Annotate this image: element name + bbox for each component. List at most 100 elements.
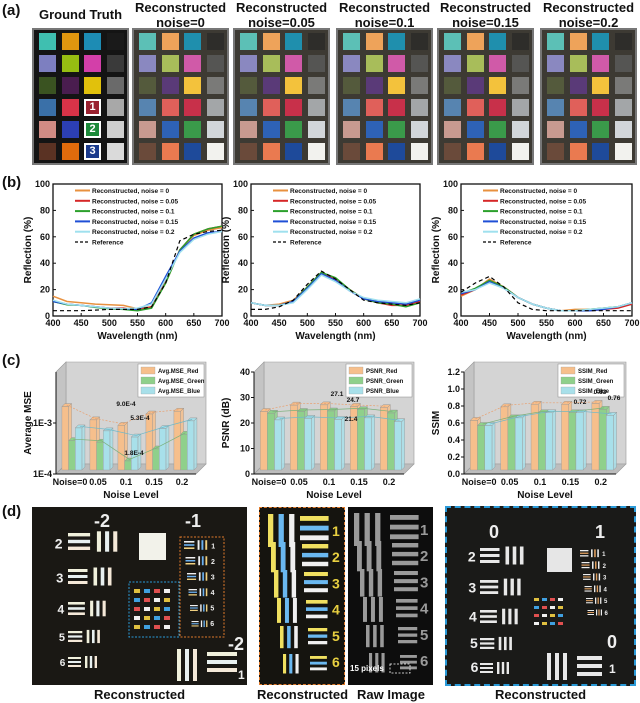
target-bar — [583, 576, 591, 578]
legend-swatch — [140, 386, 156, 395]
target-bar — [68, 665, 81, 667]
legend-label: Reconstructed, noise = 0.1 — [500, 209, 583, 216]
group-label: 1 — [595, 522, 605, 542]
target-bar — [581, 566, 590, 569]
target-bar — [306, 607, 328, 611]
color-patch — [307, 77, 325, 94]
target-bar — [68, 569, 88, 572]
x-tick-label: 500 — [510, 318, 525, 328]
small-target — [164, 625, 170, 629]
color-patch — [285, 33, 302, 50]
color-patch — [285, 99, 302, 116]
target-bar — [581, 564, 590, 566]
target-bar — [580, 552, 589, 554]
target-bar — [599, 585, 601, 593]
target-bar — [597, 561, 600, 569]
y-tick-label: 80 — [448, 205, 458, 215]
target-bar — [394, 579, 418, 584]
bar-PSNR_Red — [319, 404, 328, 471]
target-bar — [547, 653, 551, 680]
target-bar — [368, 569, 374, 597]
small-target — [134, 598, 140, 602]
color-patch — [444, 143, 461, 160]
color-patch — [466, 33, 484, 50]
small-target — [154, 607, 160, 611]
y-axis-label: PSNR (dB) — [221, 398, 232, 449]
target-bar — [302, 544, 329, 549]
color-patch — [106, 143, 124, 160]
target-bar — [595, 561, 597, 569]
color-patch — [547, 99, 564, 116]
reflection-chart-2: 020406080100400 450 500 550 600 650 700Wavelen… — [221, 179, 428, 342]
bar-side — [341, 415, 345, 471]
target-bar — [94, 656, 97, 668]
x-tick-label: 550 — [539, 318, 554, 328]
color-patch — [184, 99, 201, 116]
target-bar — [598, 609, 600, 616]
target-bar — [577, 656, 602, 660]
target-bar — [185, 557, 196, 559]
small-target — [154, 616, 160, 620]
bar-side — [552, 409, 556, 471]
target-bar — [203, 604, 205, 612]
data-annotation: 21.4 — [345, 416, 358, 423]
target-bar — [592, 561, 594, 569]
element-number: 6 — [420, 653, 428, 670]
target-bar — [68, 635, 83, 638]
color-patch — [161, 33, 179, 50]
target-bar — [392, 543, 419, 548]
element-number: 4 — [420, 601, 429, 618]
color-patch — [410, 143, 428, 160]
x-axis-label: Noise Level — [517, 490, 573, 500]
color-patch — [39, 143, 56, 160]
color-patch — [444, 77, 461, 94]
target-bar — [290, 542, 296, 573]
target-bar — [480, 671, 493, 673]
small-target — [144, 607, 150, 611]
target-bar — [191, 625, 199, 627]
color-patch — [184, 77, 201, 94]
color-patch — [39, 77, 56, 94]
target-bar — [86, 629, 90, 644]
target-bar — [508, 608, 512, 625]
target-bar — [201, 556, 204, 566]
caption-raw-image: Raw Image — [357, 687, 425, 702]
color-patch — [139, 121, 156, 138]
x-axis-label: Wavelength (nm) — [506, 331, 586, 342]
x-tick-label: 0.05 — [290, 477, 308, 487]
x-tick-label: Noise=0 — [462, 477, 497, 487]
target-bar — [584, 590, 592, 592]
target-bar — [598, 573, 601, 581]
color-patch — [307, 121, 325, 138]
color-patch — [262, 55, 280, 72]
color-patch — [592, 77, 609, 94]
small-target — [534, 606, 539, 609]
target-bar — [184, 547, 195, 549]
element-number: 3 — [468, 580, 476, 596]
color-patch — [343, 121, 360, 138]
legend-label: Reconstructed, noise = 0.2 — [290, 229, 373, 236]
color-patch — [139, 143, 156, 160]
color-patch — [139, 55, 156, 72]
color-patch — [39, 33, 56, 50]
legend-label: Reconstructed, noise = 0.15 — [92, 219, 179, 226]
bar-side — [165, 425, 170, 471]
target-bar — [392, 560, 419, 566]
color-patch — [592, 143, 609, 160]
target-bar — [190, 607, 198, 609]
color-patch — [262, 33, 280, 50]
element-number: 1 — [420, 522, 428, 539]
target-bar — [502, 608, 506, 625]
y-tick-label: 0.4 — [447, 435, 460, 445]
bar-SSIM_Blue — [484, 425, 493, 471]
target-bar — [306, 600, 328, 604]
element-number: 1 — [332, 523, 340, 539]
bar-Avg.MSE_Blue — [75, 427, 83, 471]
color-patch — [285, 121, 302, 138]
y-tick-label: 0.2 — [447, 452, 460, 462]
y-tick-label: 0.6 — [447, 418, 460, 428]
target-bar — [68, 575, 88, 578]
target-bar — [595, 573, 598, 581]
color-patch — [307, 143, 325, 160]
target-bar — [203, 620, 205, 628]
